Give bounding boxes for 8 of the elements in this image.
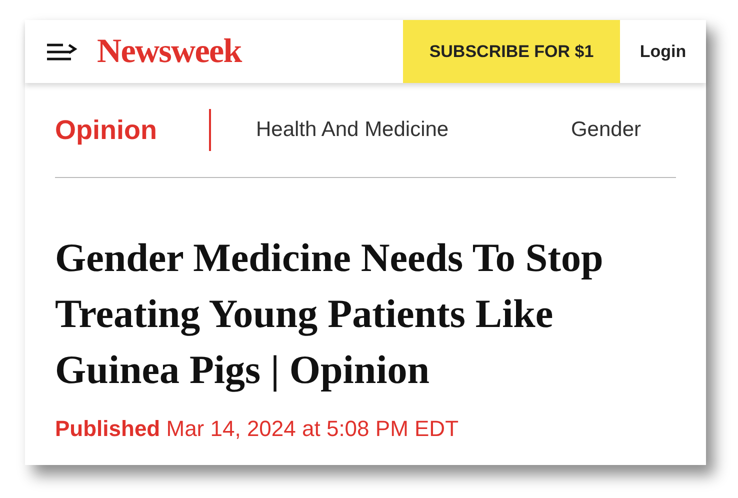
category-link[interactable]: Opinion <box>55 110 157 150</box>
category-link[interactable]: Health And Medicine <box>256 118 449 142</box>
publish-date: Published Mar 14, 2024 at 5:08 PM EDT <box>55 415 460 443</box>
subscribe-button[interactable]: SUBSCRIBE FOR $1 <box>403 20 620 83</box>
login-button[interactable]: Login <box>620 20 706 83</box>
site-logo[interactable]: Newsweek <box>97 26 242 77</box>
article-title: Gender Medicine Needs To Stop Treating Young Patients Like Guinea Pigs | Opinion <box>55 234 604 394</box>
category-link[interactable]: Gender <box>570 118 641 142</box>
